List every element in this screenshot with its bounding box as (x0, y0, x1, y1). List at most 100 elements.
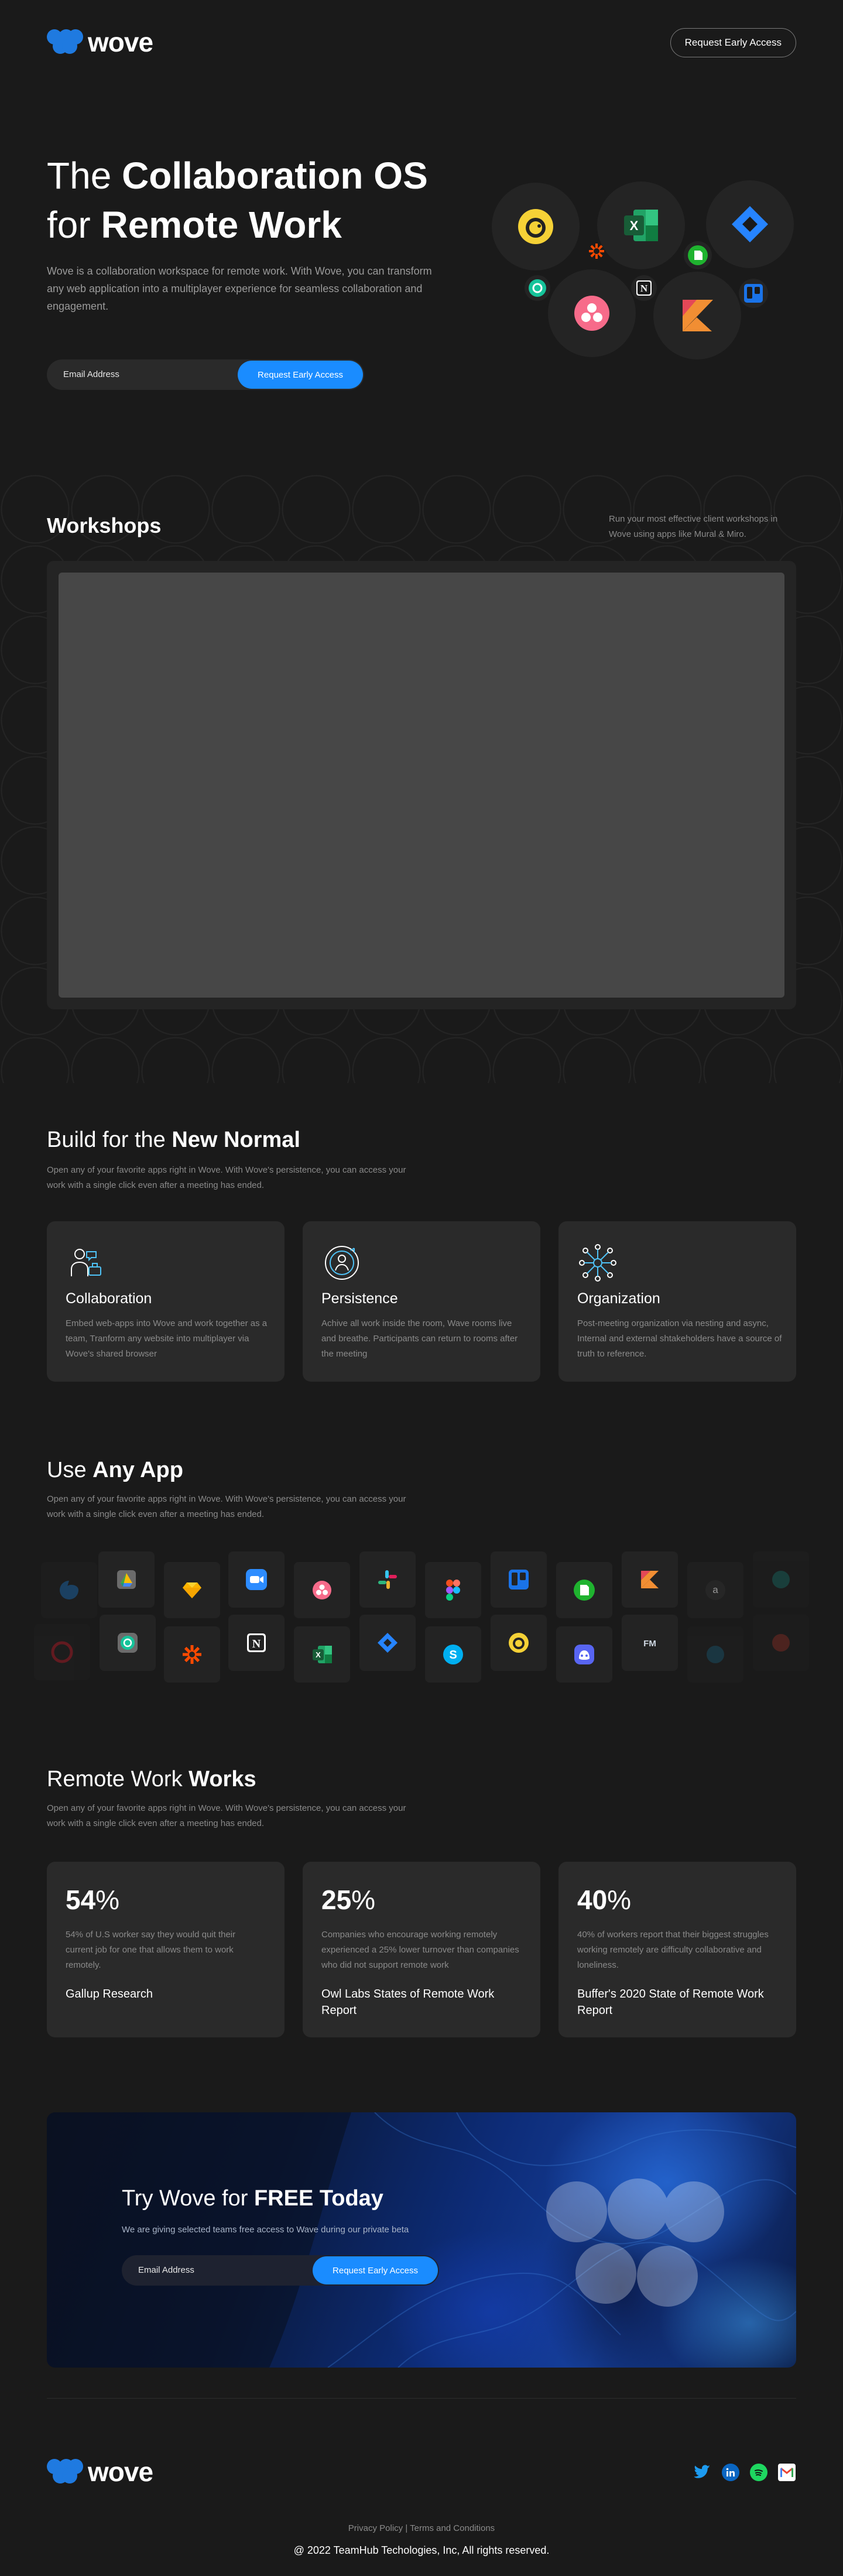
app-tile-framer[interactable]: FM (622, 1615, 678, 1671)
wove-logo[interactable]: wove (47, 29, 153, 56)
spotify-icon (755, 2469, 763, 2476)
feature-card-persistence: Persistence Achive all work inside the r… (303, 1221, 540, 1382)
persistence-icon (325, 1246, 359, 1280)
new-normal-title-light: Build for the (47, 1128, 166, 1152)
wove-logo-icon (47, 2459, 83, 2485)
gmail-link[interactable] (778, 2464, 796, 2481)
stat-number: 25 (321, 1885, 352, 1915)
linkedin-link[interactable] (722, 2464, 739, 2481)
app-tile-kotlin[interactable] (622, 1551, 678, 1608)
app-tile-asana[interactable] (294, 1562, 350, 1618)
remote-works-title-light: Remote Work (47, 1767, 183, 1791)
app-tile-discord[interactable] (556, 1626, 612, 1683)
asana-icon (313, 1581, 331, 1599)
svg-text:S: S (449, 1649, 457, 1662)
stat-description: 40% of workers report that their biggest… (577, 1930, 769, 1970)
app-tile-grammarly[interactable] (100, 1615, 156, 1671)
stat-description: Companies who encourage working remotely… (321, 1930, 519, 1970)
twitter-link[interactable] (693, 2464, 711, 2481)
jira-icon (732, 206, 768, 242)
app-tile-trello[interactable] (491, 1551, 547, 1608)
vimeo-icon (707, 1646, 724, 1663)
footer-logo-text: wove (88, 2457, 153, 2487)
app-tile-figma[interactable] (425, 1562, 481, 1618)
hero-title-bold-1: Collaboration OS (122, 155, 428, 197)
hero-description: Wove is a collaboration workspace for re… (47, 265, 432, 312)
app-tile-mailchimp[interactable] (491, 1615, 547, 1671)
feature-card-title: Organization (577, 1290, 660, 1307)
banner-request-access-button[interactable]: Request Early Access (313, 2256, 438, 2284)
svg-text:N: N (640, 283, 648, 294)
kotlin-bubble (653, 272, 741, 359)
app-tile-gitkraken[interactable] (753, 1551, 809, 1608)
edge-icon (60, 1581, 78, 1599)
site-header: wove Request Early Access (47, 26, 796, 59)
zapier-icon (589, 244, 604, 259)
app-tile-jira[interactable] (359, 1615, 416, 1671)
app-tile-notion[interactable]: N (228, 1615, 285, 1671)
banner-email-form: Email Address Request Early Access (122, 2255, 439, 2286)
stat-unit: % (95, 1885, 120, 1915)
stat-card-owl-labs: 25% Companies who encourage working remo… (303, 1862, 540, 2037)
svg-text:X: X (316, 1650, 321, 1659)
pinterest-icon (772, 1634, 790, 1652)
hero-title-bold-2: Remote Work (101, 204, 342, 246)
svg-text:X: X (630, 218, 639, 233)
jira-icon (378, 1633, 397, 1653)
banner-fluid-background (47, 2112, 796, 2368)
feature-card-description: Post-meeting organization via nesting an… (577, 1318, 782, 1359)
excel-bubble: X (597, 181, 685, 269)
collaboration-icon (71, 1249, 101, 1276)
svg-text:N: N (252, 1638, 261, 1650)
hero-title: The Collaboration OS for Remote Work (47, 151, 428, 249)
notion-mini: N (631, 275, 657, 301)
banner-description: We are giving selected teams free access… (122, 2225, 409, 2235)
stat-source: Buffer's 2020 State of Remote Work Repor… (577, 1988, 764, 2017)
app-tile-zapier[interactable] (164, 1626, 220, 1683)
evernote-icon (688, 245, 708, 265)
app-tile-excel[interactable]: X (294, 1626, 350, 1683)
excel-icon: X (624, 210, 658, 241)
feature-card-collaboration: Collaboration Embed web-apps into Wove a… (47, 1221, 285, 1382)
new-normal-description: Open any of your favorite apps right in … (47, 1165, 406, 1190)
feature-card-title: Collaboration (66, 1290, 152, 1307)
app-tile-evernote[interactable] (556, 1562, 612, 1618)
app-tile-pinterest[interactable] (753, 1615, 809, 1671)
zapier-icon (183, 1645, 201, 1664)
app-tile-skype[interactable]: S (425, 1626, 481, 1683)
twitter-icon (694, 2465, 710, 2478)
footer-legal-links[interactable]: Privacy Policy | Terms and Conditions (0, 2523, 843, 2533)
app-tile-vimeo[interactable] (687, 1626, 743, 1683)
stat-unit: % (607, 1885, 632, 1915)
jira-bubble (706, 180, 794, 268)
stat-unit: % (351, 1885, 376, 1915)
discord-icon (574, 1645, 594, 1664)
app-tile-zoom[interactable] (228, 1551, 285, 1608)
app-tile-sketch[interactable] (164, 1562, 220, 1618)
footer-wove-logo[interactable]: wove (47, 2457, 153, 2487)
gmail-icon (780, 2467, 793, 2477)
new-normal-title-bold: New Normal (172, 1128, 300, 1152)
evernote-icon (574, 1580, 595, 1601)
app-tile-slack[interactable] (359, 1551, 416, 1608)
trello-icon (744, 284, 763, 303)
hero-email-input[interactable]: Email Address (63, 369, 119, 379)
spotify-link[interactable] (750, 2464, 767, 2481)
hero-request-access-button[interactable]: Request Early Access (238, 361, 363, 389)
header-request-access-button[interactable]: Request Early Access (670, 28, 796, 57)
skype-icon: S (443, 1645, 463, 1664)
grammarly-mini (525, 275, 550, 301)
opera-icon (51, 1641, 73, 1663)
mailchimp-bubble (492, 183, 580, 270)
fm-label: FM (643, 1639, 656, 1649)
app-tile-amazon[interactable]: a (687, 1562, 743, 1618)
stat-number: 40 (577, 1885, 608, 1915)
feature-card-title: Persistence (321, 1290, 398, 1307)
framer-icon: FM (643, 1639, 656, 1649)
banner-email-input[interactable]: Email Address (138, 2265, 194, 2275)
app-tile-edge[interactable] (41, 1562, 97, 1618)
workshops-title: Workshops (47, 513, 162, 537)
new-normal-title: Build for the New Normal (47, 1128, 300, 1153)
app-tile-google-drive[interactable] (98, 1551, 155, 1608)
app-tile-opera[interactable] (34, 1624, 90, 1680)
